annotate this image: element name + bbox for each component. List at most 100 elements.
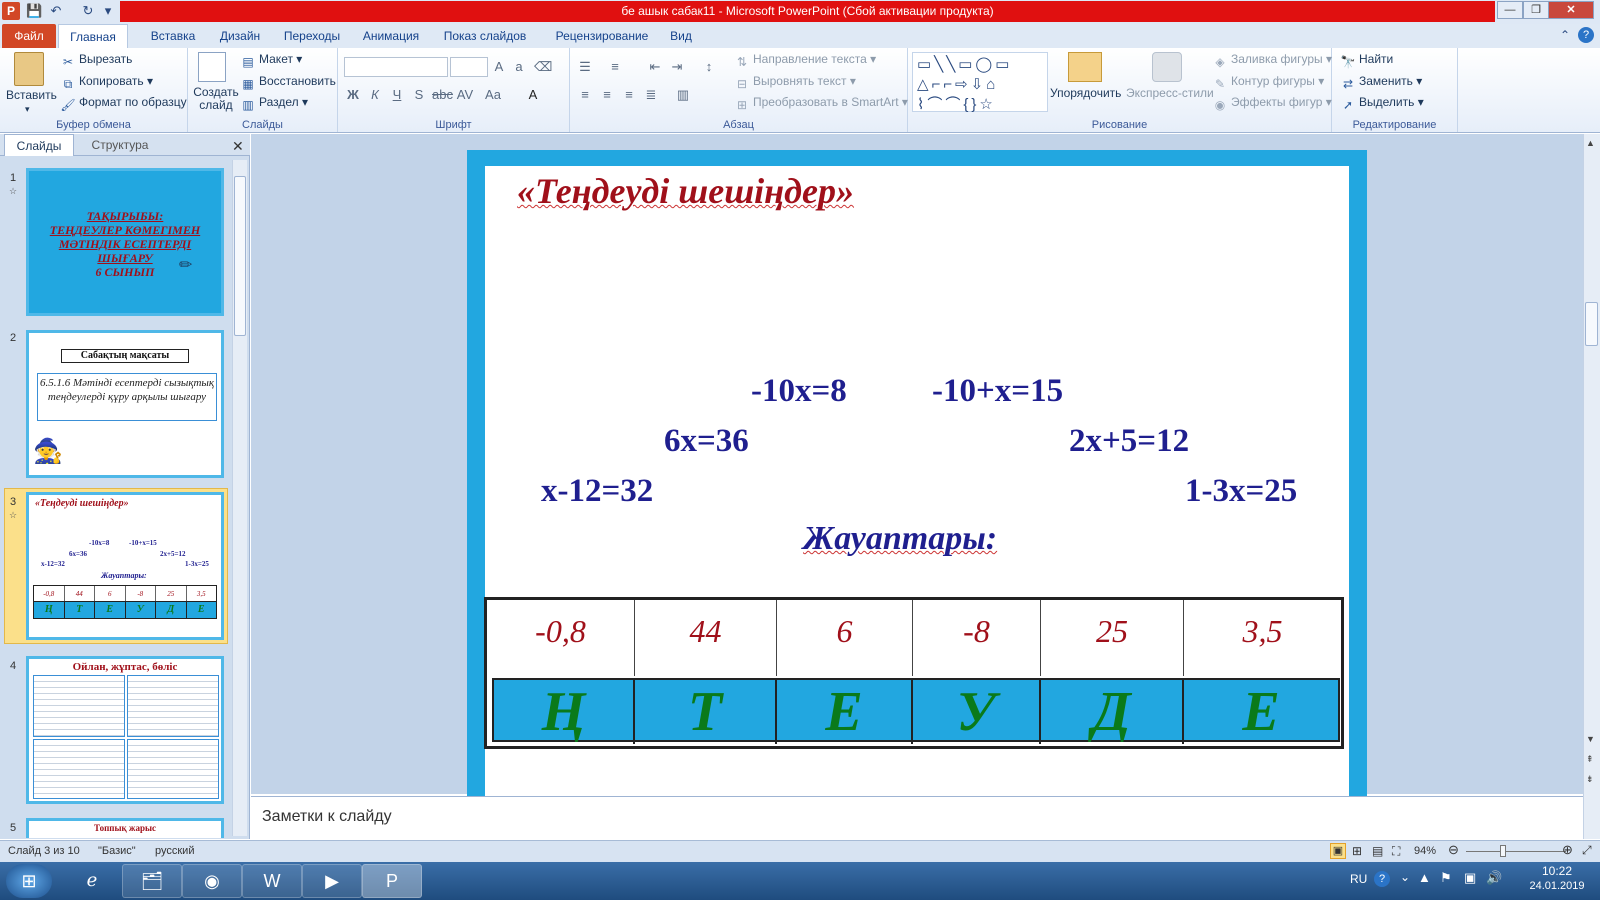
equation[interactable]: 2x+5=12 xyxy=(1069,423,1189,460)
change-case-icon[interactable]: Aa xyxy=(484,86,502,104)
italic-icon[interactable]: К xyxy=(366,86,384,104)
equation[interactable]: x-12=32 xyxy=(541,473,653,510)
zoom-slider-track[interactable] xyxy=(1466,851,1566,852)
customize-qat-icon[interactable]: ▾ xyxy=(100,3,116,19)
media-player-icon[interactable]: ▶ xyxy=(302,864,362,898)
letter-cell[interactable]: Т xyxy=(635,680,777,744)
redo-icon[interactable]: ↻ xyxy=(80,3,96,19)
bold-icon[interactable]: Ж xyxy=(344,86,362,104)
slideshow-view-icon[interactable]: ⛶ xyxy=(1392,844,1400,859)
arrange-button[interactable]: Упорядочить xyxy=(1050,86,1121,100)
powerpoint-logo-icon[interactable]: P xyxy=(2,2,20,20)
tab-file[interactable]: Файл xyxy=(2,24,56,48)
layout-button[interactable]: ▤ Макет ▾ xyxy=(240,52,302,69)
justify-icon[interactable]: ≣ xyxy=(642,86,660,104)
notes-placeholder[interactable]: Заметки к слайду xyxy=(262,808,392,826)
answers-heading[interactable]: Жауаптары: xyxy=(803,520,997,558)
slide-thumb-5[interactable]: Топпық жарыс xyxy=(26,818,224,838)
equation[interactable]: -10+x=15 xyxy=(932,373,1063,410)
letter-cell[interactable]: Ң xyxy=(494,680,635,744)
select-button[interactable]: ➚ Выделить ▾ xyxy=(1340,95,1424,112)
letter-cell[interactable]: У xyxy=(913,680,1041,744)
tab-review[interactable]: Рецензирование xyxy=(540,24,664,48)
powerpoint-taskbar-icon[interactable]: P xyxy=(362,864,422,898)
chrome-icon[interactable]: ◉ xyxy=(182,864,242,898)
close-window-button[interactable]: ✕ xyxy=(1548,1,1594,19)
zoom-out-icon[interactable]: ⊖ xyxy=(1448,842,1459,858)
action-center-icon[interactable]: ⚑ xyxy=(1440,870,1452,886)
cut-button[interactable]: ✂ Вырезать xyxy=(60,52,132,69)
tab-insert[interactable]: Вставка xyxy=(138,24,208,48)
align-text-button[interactable]: ⊟ Выровнять текст ▾ xyxy=(734,74,856,91)
strikethrough-icon[interactable]: abc xyxy=(432,86,453,104)
equation[interactable]: -10x=8 xyxy=(751,373,847,410)
main-scrollbar[interactable]: ▲ ▼ ⇞ ⇟ xyxy=(1583,134,1600,839)
input-language[interactable]: RU xyxy=(1350,872,1367,886)
tab-view[interactable]: Вид xyxy=(664,24,698,48)
slides-pane-scrollbar[interactable] xyxy=(232,160,247,836)
zoom-level[interactable]: 94% xyxy=(1414,845,1436,857)
slide-thumb-3[interactable]: «Теңдеуді шешіңдер» -10x=8 -10+x=15 6x=3… xyxy=(26,492,224,640)
normal-view-icon[interactable]: ▣ xyxy=(1330,843,1346,859)
slide-sorter-icon[interactable]: ⊞ xyxy=(1352,844,1362,858)
numbering-icon[interactable]: ≡ xyxy=(606,58,624,76)
answers-table[interactable]: -0,8 44 6 -8 25 3,5 Ң Т Е У Д Е xyxy=(484,597,1344,749)
align-center-icon[interactable]: ≡ xyxy=(598,86,616,104)
scroll-thumb[interactable] xyxy=(1585,302,1598,346)
shape-fill-button[interactable]: ◈ Заливка фигуры ▾ xyxy=(1212,52,1332,69)
slide-thumb-2[interactable]: Сабақтың мақсаты 6.5.1.6 Мәтінді есептер… xyxy=(26,330,224,478)
tab-animation[interactable]: Анимация xyxy=(352,24,430,48)
bullets-icon[interactable]: ☰ xyxy=(576,58,594,76)
scroll-down-icon[interactable]: ▼ xyxy=(1586,734,1595,744)
shadow-icon[interactable]: S xyxy=(410,86,428,104)
answer-cell[interactable]: 25 xyxy=(1041,600,1184,676)
underline-icon[interactable]: Ч xyxy=(388,86,406,104)
language-bar-icon[interactable]: ⌄ xyxy=(1400,870,1410,884)
shape-effects-button[interactable]: ◉ Эффекты фигур ▾ xyxy=(1212,95,1332,112)
answer-cell[interactable]: -8 xyxy=(913,600,1041,676)
line-spacing-icon[interactable]: ↕ xyxy=(700,58,718,76)
volume-icon[interactable]: 🔊 xyxy=(1486,870,1502,886)
network-icon[interactable]: ▣ xyxy=(1464,870,1476,886)
new-slide-button[interactable]: Создать слайд xyxy=(193,86,239,112)
answer-cell[interactable]: 3,5 xyxy=(1184,600,1341,676)
answer-cell[interactable]: 6 xyxy=(777,600,913,676)
paste-dropdown-icon[interactable]: ▾ xyxy=(25,104,30,115)
font-color-icon[interactable]: A xyxy=(524,86,542,104)
zoom-slider-thumb[interactable] xyxy=(1500,845,1506,857)
zoom-in-icon[interactable]: ⊕ xyxy=(1562,842,1573,858)
increase-indent-icon[interactable]: ⇥ xyxy=(668,58,686,76)
grow-font-icon[interactable]: A xyxy=(490,58,508,76)
decrease-indent-icon[interactable]: ⇤ xyxy=(646,58,664,76)
restore-button[interactable]: ❐ xyxy=(1523,1,1549,19)
section-button[interactable]: ▥ Раздел ▾ xyxy=(240,95,308,112)
undo-icon[interactable]: ↶ xyxy=(48,3,64,19)
answer-cell[interactable]: -0,8 xyxy=(487,600,635,676)
copy-button[interactable]: ⧉ Копировать ▾ xyxy=(60,74,153,91)
language-indicator[interactable]: русский xyxy=(155,845,194,857)
align-right-icon[interactable]: ≡ xyxy=(620,86,638,104)
font-name-combo[interactable] xyxy=(344,57,448,77)
shrink-font-icon[interactable]: a xyxy=(510,58,528,76)
explorer-icon[interactable]: 🗂 xyxy=(122,864,182,898)
start-button[interactable]: ⊞ xyxy=(6,864,52,898)
clock-time[interactable]: 10:22 xyxy=(1530,864,1584,878)
equation[interactable]: 6x=36 xyxy=(664,423,749,460)
letter-cell[interactable]: Е xyxy=(1184,680,1338,744)
shapes-gallery[interactable]: ▭╲╲▭◯▭ △⌐⌐⇨⇩⌂ ⌇⌒⌒{}☆ xyxy=(912,52,1048,113)
scroll-thumb[interactable] xyxy=(234,176,246,336)
quick-styles-button[interactable]: Экспресс-стили xyxy=(1126,86,1214,100)
reading-view-icon[interactable]: ▤ xyxy=(1372,844,1383,858)
replace-button[interactable]: ⇄ Заменить ▾ xyxy=(1340,74,1422,91)
close-pane-icon[interactable]: ✕ xyxy=(232,138,244,155)
ie-icon[interactable]: ℯ xyxy=(62,864,122,898)
tab-design[interactable]: Дизайн xyxy=(208,24,272,48)
tab-home[interactable]: Главная xyxy=(58,24,128,48)
minimize-button[interactable]: — xyxy=(1497,1,1523,19)
paste-button[interactable]: Вставить xyxy=(6,88,57,102)
columns-icon[interactable]: ▥ xyxy=(674,86,692,104)
save-icon[interactable]: 💾 xyxy=(26,3,42,19)
letter-cell[interactable]: Е xyxy=(777,680,913,744)
scroll-up-icon[interactable]: ▲ xyxy=(1586,138,1595,148)
arrange-icon[interactable] xyxy=(1068,52,1102,82)
